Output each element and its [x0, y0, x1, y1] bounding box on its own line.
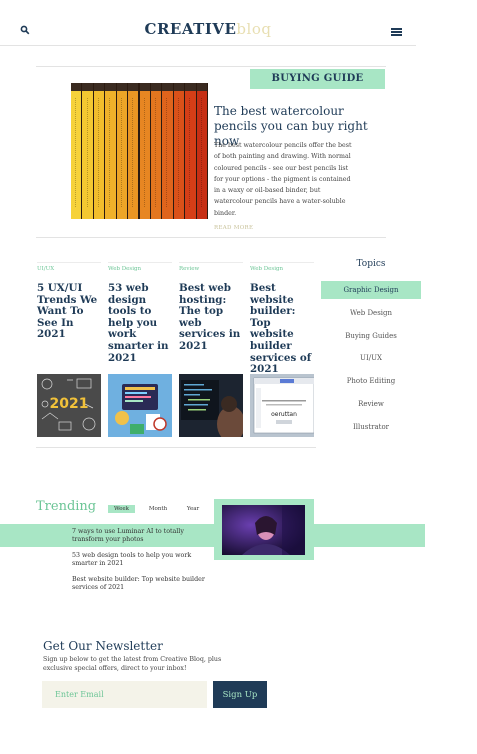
svg-text:oeruttan: oeruttan — [271, 411, 297, 418]
topic-buying-guides[interactable]: Buying Guides — [321, 327, 421, 345]
trending-item[interactable]: Best website builder: Top website builde… — [72, 576, 212, 593]
pencil-graphic — [139, 83, 150, 219]
tab-year[interactable]: Year — [180, 505, 206, 513]
card-thumbnail-web-tools[interactable] — [108, 374, 172, 437]
header-divider — [0, 45, 416, 46]
article-card[interactable]: Web Design Best website builder: Top web… — [250, 262, 314, 376]
topic-review[interactable]: Review — [321, 395, 421, 413]
read-more-link[interactable]: READ MORE — [214, 225, 253, 231]
featured-top-divider — [36, 66, 386, 67]
trending-highlight-band — [0, 524, 425, 547]
topics-heading: Topics — [356, 259, 386, 269]
newsletter-subtitle: Sign up below to get the latest from Cre… — [43, 656, 222, 672]
card-thumbnail-website-builder[interactable]: oeruttan — [250, 374, 314, 437]
logo-main-text: CREATIVE — [144, 20, 237, 38]
trending-item[interactable]: 7 ways to use Luminar AI to totally tran… — [72, 528, 212, 545]
topic-photo-editing[interactable]: Photo Editing — [321, 372, 421, 390]
trending-item[interactable]: 53 web design tools to help you work sma… — [72, 552, 212, 569]
sign-up-button[interactable]: Sign Up — [213, 681, 267, 708]
pencil-graphic — [116, 83, 128, 219]
tab-month[interactable]: Month — [143, 505, 173, 513]
pencil-graphic — [71, 83, 82, 219]
card-title[interactable]: 53 web design tools to help you work sma… — [108, 282, 172, 364]
site-logo[interactable]: CREATIVEbloq — [0, 20, 416, 38]
card-category[interactable]: Web Design — [108, 266, 172, 272]
card-title[interactable]: Best website builder: Top website builde… — [250, 282, 314, 376]
topic-web-design[interactable]: Web Design — [321, 304, 421, 322]
newsletter-heading: Get Our Newsletter — [43, 639, 163, 653]
pencil-graphic — [93, 83, 105, 219]
svg-text:2021: 2021 — [50, 396, 89, 412]
cards-bottom-divider — [36, 447, 316, 448]
article-card[interactable]: Web Design 53 web design tools to help y… — [108, 262, 172, 364]
pencil-graphic — [196, 83, 207, 219]
card-category[interactable]: Web Design — [250, 266, 314, 272]
card-thumbnail-2021-doodle[interactable]: 2021 — [37, 374, 101, 437]
pencil-graphic — [128, 83, 139, 219]
topic-graphic-design[interactable]: Graphic Design — [321, 281, 421, 299]
card-category[interactable]: Review — [179, 266, 243, 272]
pencil-graphic — [105, 83, 116, 219]
card-category[interactable]: UI/UX — [37, 266, 101, 272]
trending-heading: Trending — [36, 499, 97, 514]
article-card[interactable]: Review Best web hosting: The top web ser… — [179, 262, 243, 353]
logo-accent-text: bloq — [236, 20, 272, 38]
featured-excerpt: The best watercolour pencils offer the b… — [214, 142, 352, 217]
pencil-graphic — [173, 83, 185, 219]
trending-image-portrait[interactable] — [222, 505, 305, 555]
card-title[interactable]: Best web hosting: The top web services i… — [179, 282, 243, 353]
pencil-graphic — [150, 83, 162, 219]
tab-week[interactable]: Week — [108, 505, 135, 513]
featured-tag[interactable]: BUYING GUIDE — [250, 69, 385, 89]
topic-illustrator[interactable]: Illustrator — [321, 418, 421, 436]
featured-image-pencils[interactable] — [71, 83, 208, 219]
pencil-graphic — [185, 83, 196, 219]
email-input[interactable] — [42, 681, 207, 708]
featured-bottom-divider — [36, 237, 386, 238]
card-title[interactable]: 5 UX/UI Trends We Want To See In 2021 — [37, 282, 101, 341]
topic-ui-ux[interactable]: UI/UX — [321, 349, 421, 367]
article-card[interactable]: UI/UX 5 UX/UI Trends We Want To See In 2… — [37, 262, 101, 341]
card-thumbnail-web-hosting[interactable] — [179, 374, 243, 437]
hamburger-menu-icon[interactable] — [391, 28, 402, 36]
pencil-graphic — [162, 83, 173, 219]
pencil-graphic — [82, 83, 93, 219]
